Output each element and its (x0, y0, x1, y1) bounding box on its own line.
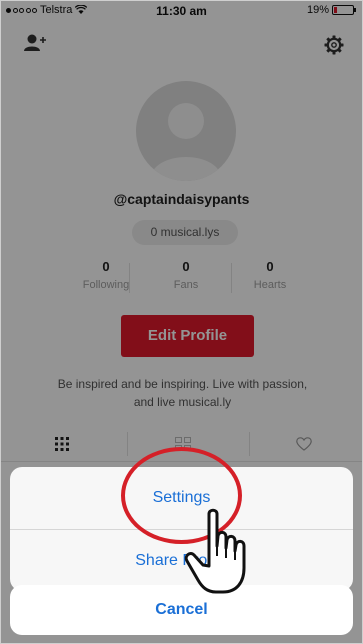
hand-pointer-icon (184, 508, 246, 594)
cancel-button[interactable]: Cancel (10, 585, 353, 635)
phone-screen: Telstra 11:30 am 19% @captaindaisypants … (0, 0, 363, 644)
